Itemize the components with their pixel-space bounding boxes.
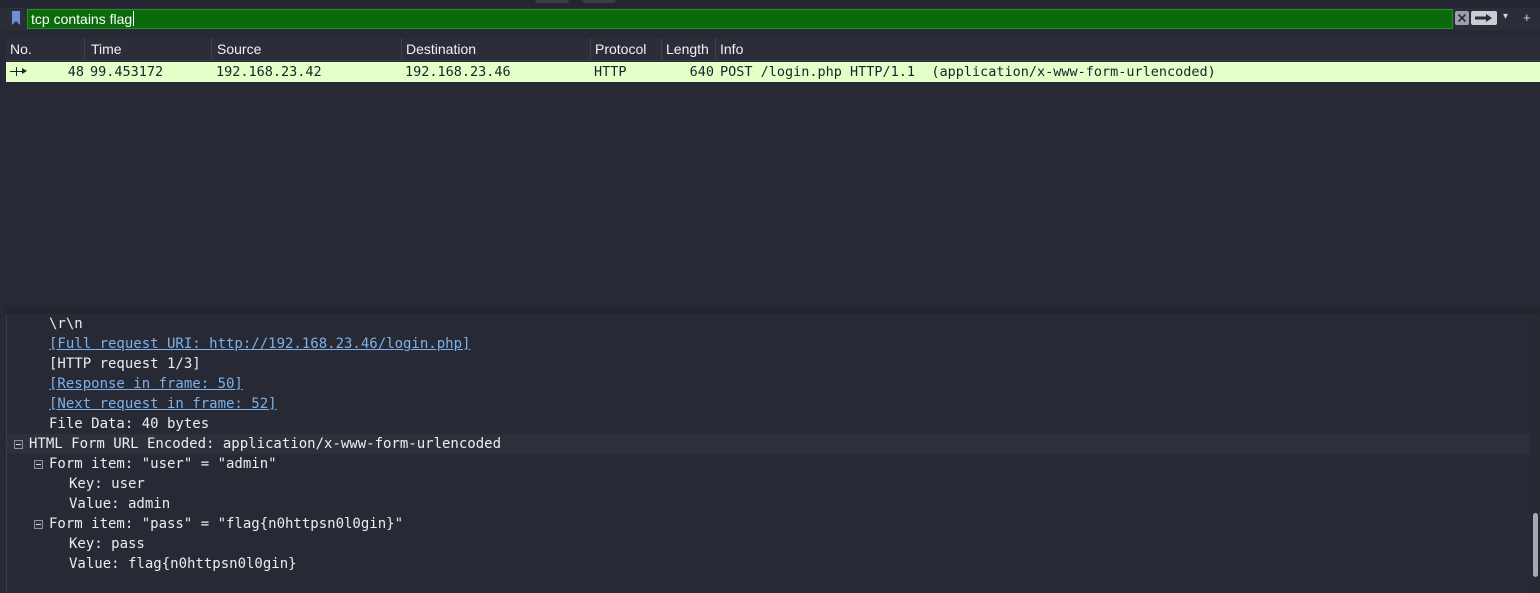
detail-line-crlf[interactable]: \r\n bbox=[49, 314, 83, 334]
detail-line-file-data[interactable]: File Data: 40 bytes bbox=[49, 414, 209, 434]
detail-line-value-flag[interactable]: Value: flag{n0httpsn0l0gin} bbox=[69, 554, 297, 574]
detail-line-key-user[interactable]: Key: user bbox=[69, 474, 145, 494]
apply-arrow-icon[interactable] bbox=[1471, 11, 1497, 25]
detail-line-form-encoded[interactable]: HTML Form URL Encoded: application/x-www… bbox=[29, 434, 501, 454]
text-caret bbox=[133, 11, 135, 26]
packet-row[interactable]: 48 99.453172 192.168.23.42 192.168.23.46… bbox=[6, 62, 1540, 82]
filter-text: tcp contains flag bbox=[31, 11, 133, 27]
detail-line-value-admin[interactable]: Value: admin bbox=[69, 494, 170, 514]
collapse-icon[interactable] bbox=[34, 520, 43, 529]
related-packet-icon bbox=[10, 67, 27, 76]
collapse-icon[interactable] bbox=[14, 440, 23, 449]
display-filter-bar: tcp contains flag ▾ + bbox=[0, 8, 1540, 30]
chevron-down-icon[interactable]: ▾ bbox=[1503, 11, 1508, 22]
packet-no: 48 bbox=[67, 64, 84, 80]
packet-details-tree: \r\n [Full request URI: http://192.168.2… bbox=[6, 314, 1540, 593]
detail-line-form-item-pass[interactable]: Form item: "pass" = "flag{n0httpsn0l0gin… bbox=[49, 514, 403, 534]
toolbar-tab-handle[interactable] bbox=[582, 0, 616, 3]
top-strip bbox=[0, 0, 1540, 8]
toolbar-tab-handle[interactable] bbox=[535, 0, 569, 3]
collapse-icon[interactable] bbox=[34, 460, 43, 469]
detail-line-key-pass[interactable]: Key: pass bbox=[69, 534, 145, 554]
packet-time: 99.453172 bbox=[90, 64, 164, 80]
column-header-protocol[interactable]: Protocol bbox=[591, 38, 662, 60]
plus-icon[interactable]: + bbox=[1523, 10, 1531, 25]
column-header-no[interactable]: No. bbox=[6, 38, 85, 60]
detail-line-next-request[interactable]: [Next request in frame: 52] bbox=[49, 394, 277, 414]
detail-line-form-item-user[interactable]: Form item: "user" = "admin" bbox=[49, 454, 277, 474]
packet-info: POST /login.php HTTP/1.1 (application/x-… bbox=[720, 64, 1216, 80]
packet-destination: 192.168.23.46 bbox=[405, 64, 511, 80]
bookmark-icon[interactable] bbox=[11, 11, 21, 26]
detail-line-request-number[interactable]: [HTTP request 1/3] bbox=[49, 354, 201, 374]
detail-line-response-frame[interactable]: [Response in frame: 50] bbox=[49, 374, 243, 394]
packet-source: 192.168.23.42 bbox=[216, 64, 322, 80]
column-header-source[interactable]: Source bbox=[213, 38, 402, 60]
column-header-length[interactable]: Length bbox=[662, 38, 716, 60]
column-header-info[interactable]: Info bbox=[716, 38, 1540, 60]
packet-list-header: No. Time Source Destination Protocol Len… bbox=[6, 38, 1540, 61]
column-header-destination[interactable]: Destination bbox=[402, 38, 591, 60]
scrollbar-thumb[interactable] bbox=[1533, 513, 1538, 577]
clear-icon[interactable] bbox=[1455, 11, 1469, 25]
detail-line-full-uri[interactable]: [Full request URI: http://192.168.23.46/… bbox=[49, 334, 470, 354]
packet-length: 640 bbox=[689, 64, 714, 80]
column-header-time[interactable]: Time bbox=[87, 38, 212, 60]
packet-list: 48 99.453172 192.168.23.42 192.168.23.46… bbox=[6, 61, 1540, 307]
packet-protocol: HTTP bbox=[594, 64, 627, 80]
details-scrollbar[interactable] bbox=[1531, 314, 1540, 593]
display-filter-input[interactable]: tcp contains flag bbox=[27, 9, 1453, 29]
